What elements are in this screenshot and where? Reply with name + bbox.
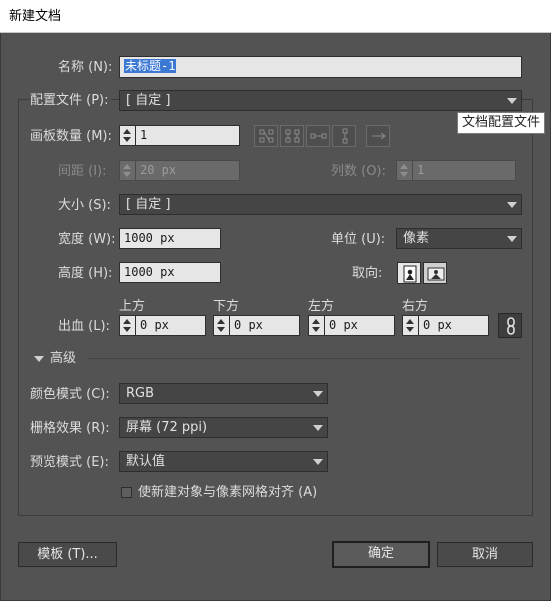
bleed-bottom-input[interactable]: 0 px [229,315,300,336]
units-select[interactable]: 像素 [396,228,522,249]
bleed-bottom-stepper[interactable] [213,315,229,336]
spacing-label: 间距 (I): [58,164,107,179]
height-input[interactable]: 1000 px [119,262,221,283]
arrange-by-row-icon[interactable] [306,125,330,147]
bleed-left-stepper[interactable] [308,315,324,336]
window-title: 新建文档 [0,0,551,33]
collapse-arrow-icon[interactable] [34,356,44,362]
bleed-top-input[interactable]: 0 px [135,315,206,336]
profile-tooltip: 文档配置文件 [457,112,546,134]
chevron-down-icon [507,236,517,242]
chevron-down-icon [313,425,323,431]
name-input-value: 未标题-1 [124,59,177,73]
orientation-label: 取向: [352,266,383,281]
name-label: 名称 (N): [58,60,113,75]
chevron-down-icon [507,98,517,104]
bleed-label: 出血 (L): [58,319,110,334]
width-input[interactable]: 1000 px [119,228,221,249]
raster-label: 栅格效果 (R): [30,421,110,436]
align-pixel-label[interactable]: 使新建对象与像素网格对齐 (A) [138,484,317,502]
columns-input: 1 [412,160,516,181]
profile-select[interactable]: [ 自定 ] [119,90,522,111]
chevron-down-icon [507,202,517,208]
columns-stepper [396,160,412,181]
ok-button[interactable]: 确定 [332,541,430,568]
advanced-divider [88,358,520,359]
raster-value: 屏幕 (72 ppi) [126,420,208,435]
artboards-label: 画板数量 (M): [30,129,112,144]
landscape-icon[interactable] [423,262,447,284]
size-select-value: [ 自定 ] [126,197,171,212]
profile-select-value: [ 自定 ] [126,93,171,108]
color-mode-label: 颜色模式 (C): [30,387,110,402]
templates-button[interactable]: 模板 (T)... [18,542,117,567]
right-to-left-icon[interactable] [366,125,390,147]
color-mode-value: RGB [126,386,155,401]
artboards-stepper[interactable] [119,125,135,146]
cancel-button[interactable]: 取消 [437,542,533,567]
bleed-right-input[interactable]: 0 px [418,315,489,336]
preview-select[interactable]: 默认值 [119,451,328,472]
chevron-down-icon [313,459,323,465]
grid-by-row-icon[interactable] [254,125,278,147]
bleed-left-input[interactable]: 0 px [324,315,395,336]
preview-label: 预览模式 (E): [30,455,109,470]
height-label: 高度 (H): [58,266,113,281]
width-label: 宽度 (W): [58,232,116,247]
raster-select[interactable]: 屏幕 (72 ppi) [119,417,328,438]
profile-label: 配置文件 (P): [30,92,111,110]
bleed-left-label: 左方 [308,299,335,314]
chevron-down-icon [313,391,323,397]
size-select[interactable]: [ 自定 ] [119,194,522,215]
link-icon[interactable] [498,313,522,338]
units-select-value: 像素 [403,231,430,246]
bleed-right-label: 右方 [402,299,429,314]
bleed-top-stepper[interactable] [119,315,135,336]
grid-by-column-icon[interactable] [280,125,304,147]
bleed-right-stepper[interactable] [402,315,418,336]
portrait-icon[interactable] [397,262,421,284]
preview-value: 默认值 [126,454,166,469]
units-label: 单位 (U): [331,232,386,247]
columns-label: 列数 (O): [331,164,386,179]
advanced-label[interactable]: 高级 [50,350,76,368]
artboards-input[interactable]: 1 [135,125,240,146]
color-mode-select[interactable]: RGB [119,383,328,404]
bleed-top-label: 上方 [119,299,146,314]
bleed-bottom-label: 下方 [213,299,240,314]
spacing-input: 20 px [135,160,240,181]
size-label: 大小 (S): [58,198,111,213]
arrange-by-column-icon[interactable] [332,125,356,147]
name-input[interactable]: 未标题-1 [119,56,522,78]
spacing-stepper [119,160,135,181]
align-pixel-checkbox[interactable] [121,487,132,498]
